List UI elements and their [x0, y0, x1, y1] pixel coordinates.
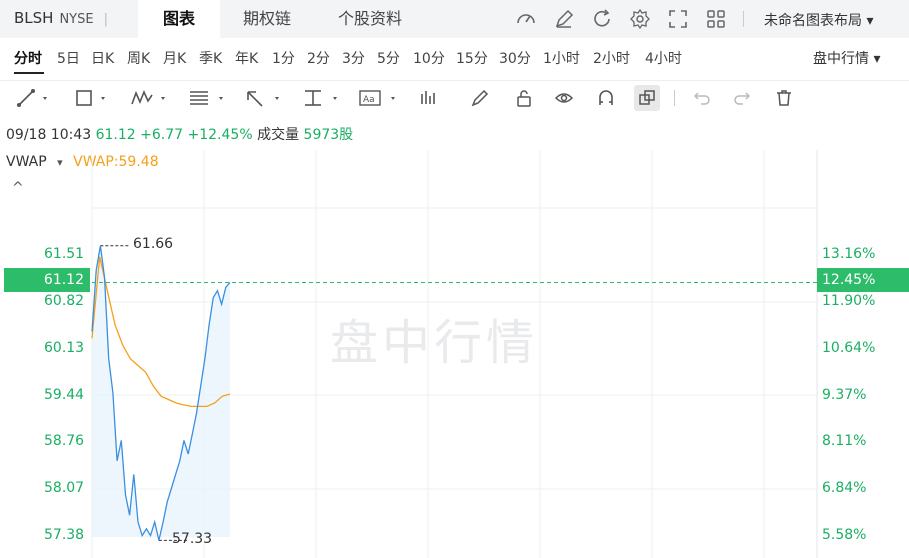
- current-price-tag: 61.12: [4, 268, 90, 292]
- y-right-tick: 8.11%: [822, 433, 867, 449]
- y-left-tick: 60.82: [44, 293, 85, 309]
- y-right-tick: 5.58%: [822, 527, 867, 543]
- high-price-label: 61.66: [133, 236, 174, 252]
- current-pct-tag: 12.45%: [817, 268, 909, 292]
- y-left-tick: 57.38: [44, 527, 85, 543]
- y-right-tick: 13.16%: [822, 246, 876, 262]
- y-right-tick: 6.84%: [822, 480, 867, 496]
- y-left-tick: 58.07: [44, 480, 85, 496]
- price-chart[interactable]: [0, 0, 909, 558]
- y-right-tick: 10.64%: [822, 340, 876, 356]
- y-right-tick: 11.90%: [822, 293, 876, 309]
- y-left-tick: 60.13: [44, 340, 85, 356]
- y-left-tick: 58.76: [44, 433, 85, 449]
- y-left-tick: 59.44: [44, 387, 85, 403]
- low-price-label: 57.33: [172, 531, 213, 547]
- y-right-tick: 9.37%: [822, 387, 867, 403]
- y-left-tick: 61.51: [44, 246, 85, 262]
